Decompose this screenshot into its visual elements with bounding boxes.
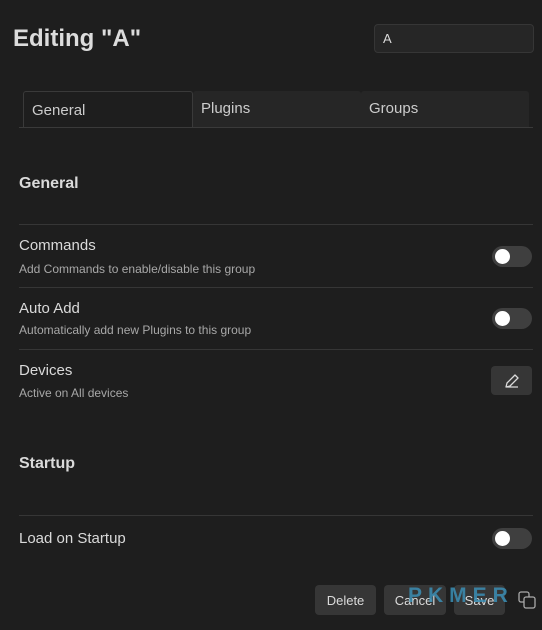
- tab-general[interactable]: General: [23, 91, 193, 127]
- auto-add-desc: Automatically add new Plugins to this gr…: [19, 323, 252, 337]
- tab-plugins[interactable]: Plugins: [193, 91, 361, 127]
- delete-button[interactable]: Delete: [315, 585, 376, 615]
- section-heading-general: General: [19, 175, 79, 192]
- group-name-input[interactable]: [374, 24, 534, 53]
- divider: [19, 349, 533, 350]
- divider: [19, 287, 533, 288]
- commands-toggle[interactable]: [492, 246, 532, 267]
- edit-devices-button[interactable]: [491, 366, 532, 395]
- devices-desc: Active on All devices: [19, 386, 129, 400]
- divider: [19, 224, 533, 225]
- page-title: Editing "A": [13, 25, 142, 52]
- commands-label: Commands: [19, 237, 96, 254]
- copy-icon[interactable]: [517, 590, 537, 610]
- section-heading-startup: Startup: [19, 455, 75, 472]
- pencil-icon: [504, 373, 519, 388]
- auto-add-label: Auto Add: [19, 300, 80, 317]
- load-on-startup-toggle[interactable]: [492, 528, 532, 549]
- load-on-startup-label: Load on Startup: [19, 530, 126, 547]
- devices-label: Devices: [19, 362, 73, 379]
- tab-groups[interactable]: Groups: [361, 91, 529, 127]
- tab-divider: [19, 127, 533, 128]
- auto-add-toggle[interactable]: [492, 308, 532, 329]
- commands-desc: Add Commands to enable/disable this grou…: [19, 262, 256, 276]
- watermark-logo: PKMER: [408, 584, 514, 607]
- divider: [19, 515, 533, 516]
